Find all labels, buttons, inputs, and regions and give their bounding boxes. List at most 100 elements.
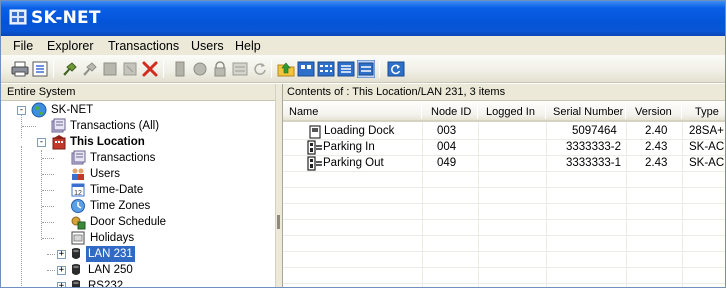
grid-line: [283, 187, 725, 188]
small-icons-icon[interactable]: [317, 60, 335, 78]
cell-version: 2.40: [645, 125, 668, 137]
holidays-icon: [71, 231, 85, 245]
network-icon: [72, 248, 80, 259]
cell-node-id: 049: [437, 157, 457, 169]
column-node-id[interactable]: Node ID: [431, 106, 471, 118]
menu-bar: File Explorer Transactions Users Help: [1, 36, 725, 55]
calendar-clock-icon: 12: [71, 183, 85, 197]
tree-pane-header: Entire System: [1, 84, 275, 101]
toolbar-separator: [163, 60, 164, 78]
menu-explorer[interactable]: Explorer: [47, 39, 94, 53]
toolbar: [1, 55, 725, 83]
cell-node-id: 004: [437, 141, 457, 153]
cell-name: Loading Dock: [324, 125, 395, 137]
delete-icon[interactable]: [141, 60, 159, 78]
expand-toggle-rs232[interactable]: +: [57, 282, 66, 287]
grid-line: [283, 283, 725, 284]
toolbar-separator: [53, 60, 54, 78]
grid-line: [283, 203, 725, 204]
users-icon: [72, 168, 84, 180]
tree-connector: [47, 270, 55, 271]
column-divider[interactable]: [625, 105, 626, 119]
collapse-toggle-root[interactable]: -: [17, 106, 26, 115]
pane-splitter[interactable]: [275, 84, 283, 287]
expand-toggle-lan-250[interactable]: +: [57, 266, 66, 275]
device-list: Name Node ID Logged In Serial Number Ver…: [283, 102, 725, 287]
globe-icon: [31, 102, 47, 118]
cell-serial-number: 5097464: [572, 125, 617, 137]
connect-icon[interactable]: [61, 60, 79, 78]
properties-icon[interactable]: [31, 60, 49, 78]
large-icons-icon[interactable]: [297, 60, 315, 78]
building-icon: [52, 135, 66, 150]
cell-type: 28SA+: [689, 125, 724, 137]
column-name[interactable]: Name: [289, 106, 318, 118]
lock-icon[interactable]: [211, 60, 229, 78]
details-view-icon[interactable]: [357, 60, 375, 78]
column-divider[interactable]: [421, 105, 422, 119]
column-version[interactable]: Version: [635, 106, 672, 118]
tree-connector: [21, 146, 22, 287]
grid-line: [626, 122, 627, 287]
cell-version: 2.43: [645, 157, 668, 169]
cell-type: SK-ACP: [689, 141, 725, 153]
collapse-toggle-this-location[interactable]: -: [37, 138, 46, 147]
tree-connector: [42, 238, 54, 239]
column-logged-in[interactable]: Logged In: [486, 106, 535, 118]
cell-node-id: 003: [437, 125, 457, 137]
list-view-icon[interactable]: [337, 60, 355, 78]
network-icon: [72, 264, 80, 275]
disconnect-icon[interactable]: [81, 60, 99, 78]
toolbar-separator: [271, 60, 272, 78]
grid-line: [283, 251, 725, 252]
tree-connector: [42, 190, 54, 191]
door-icon[interactable]: [171, 60, 189, 78]
window-title: SK-NET: [31, 8, 101, 28]
grid-line: [283, 139, 725, 140]
print-icon[interactable]: [11, 60, 29, 78]
cell-name: Parking In: [323, 141, 375, 153]
column-divider[interactable]: [477, 105, 478, 119]
tree-connector: [42, 206, 54, 207]
tree-connector: [47, 254, 55, 255]
menu-file[interactable]: File: [13, 39, 33, 53]
tree-connector: [22, 126, 36, 127]
tree-view: - SK-NET Transactions (All) - This Locat…: [1, 102, 275, 287]
list-disabled-icon[interactable]: [231, 60, 249, 78]
up-folder-icon[interactable]: [277, 60, 295, 78]
column-divider[interactable]: [681, 105, 682, 119]
access-panel-icon: [307, 156, 322, 171]
grid-line: [682, 122, 683, 287]
toolbar-separator: [379, 60, 380, 78]
door-controller-icon: [309, 125, 321, 139]
grid-line: [546, 122, 547, 287]
card-disabled-icon[interactable]: [121, 60, 139, 78]
grid-line: [283, 171, 725, 172]
splitter-grip[interactable]: [277, 215, 280, 229]
tree-connector: [42, 158, 54, 159]
grid-line: [283, 267, 725, 268]
refresh-disabled-icon[interactable]: [251, 60, 269, 78]
transactions-icon: [71, 150, 86, 165]
access-panel-icon: [307, 140, 322, 155]
network-icon: [72, 280, 80, 287]
menu-transactions[interactable]: Transactions: [108, 39, 179, 53]
column-divider[interactable]: [545, 105, 546, 119]
tree-connector: [42, 222, 54, 223]
contents-header: Contents of : This Location/LAN 231, 3 i…: [283, 84, 725, 101]
menu-users[interactable]: Users: [191, 39, 224, 53]
card-icon[interactable]: [101, 60, 119, 78]
column-type[interactable]: Type: [695, 106, 719, 118]
app-window: SK-NET File Explorer Transactions Users …: [0, 0, 726, 288]
cell-name: Parking Out: [323, 157, 384, 169]
column-header-row: Name Node ID Logged In Serial Number Ver…: [283, 102, 725, 122]
grid-line: [478, 122, 479, 287]
expand-toggle-lan-231[interactable]: +: [57, 250, 66, 259]
refresh-icon[interactable]: [387, 60, 405, 78]
menu-help[interactable]: Help: [235, 39, 261, 53]
column-serial-number[interactable]: Serial Number: [553, 106, 623, 118]
tree-connector: [41, 150, 42, 240]
unlock-icon[interactable]: [191, 60, 209, 78]
cell-version: 2.43: [645, 141, 668, 153]
title-bar: SK-NET: [1, 1, 725, 36]
